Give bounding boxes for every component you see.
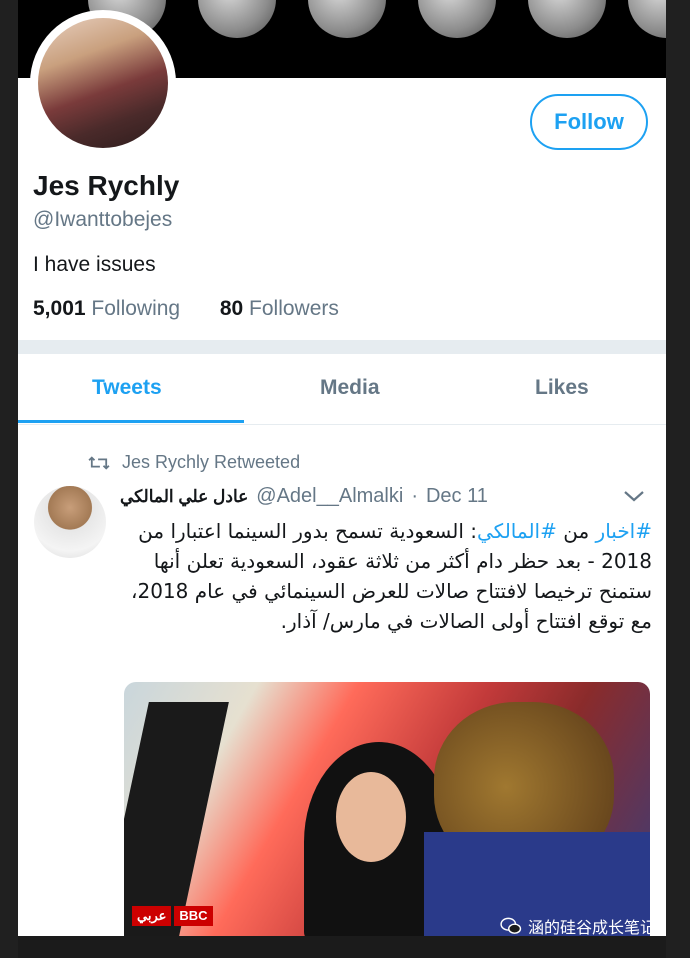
hashtag-malki[interactable]: #المالكي [477,519,557,543]
profile-bio: I have issues [33,253,156,276]
tweet-date-separator: · [411,485,418,507]
profile-avatar-ring [30,10,176,156]
retweet-icon [88,455,110,470]
moon-shape [198,0,276,38]
wechat-watermark: 涵的硅谷成长笔记 [500,914,656,938]
followers-count: 80 [219,297,244,320]
chevron-down-icon[interactable] [622,484,646,508]
tweet-header: عادل علي المالكي @Adel__Almalki · Dec 11 [120,485,488,508]
profile-tabs: Tweets Media Likes [18,354,666,425]
tab-tweets[interactable]: Tweets [92,376,162,400]
hashtag-news[interactable]: #اخبار [596,519,652,543]
followers-link[interactable]: 80 Followers [220,297,339,320]
active-tab-indicator [18,420,244,423]
following-count: 5,001 [33,297,86,320]
tweet-author-avatar[interactable] [34,486,106,558]
section-divider [18,340,666,354]
moon-shape [418,0,496,38]
retweet-context: Jes Rychly Retweeted [88,452,300,473]
profile-avatar[interactable] [38,18,168,148]
moon-shape [528,0,606,38]
media-figure-face [336,772,406,862]
tab-media[interactable]: Media [320,376,380,400]
wechat-icon [500,917,522,934]
tweet-media-image[interactable]: عربي BBC [124,682,650,936]
tweet-author-name[interactable]: عادل علي المالكي [120,487,248,507]
bezel-right [666,0,690,958]
tweet-date[interactable]: Dec 11 [426,485,488,508]
following-link[interactable]: 5,001 Following [33,297,180,320]
bbc-arabic-logo: عربي BBC [132,906,213,926]
tweet-author-handle[interactable]: @Adel__Almalki [256,485,403,508]
followers-label: Followers [249,297,339,320]
bbc-badge: BBC [174,906,213,926]
tab-likes[interactable]: Likes [535,376,589,400]
bbc-arabic-badge: عربي [132,906,172,926]
profile-stats: 5,001 Following 80 Followers [33,297,339,321]
profile-name: Jes Rychly [33,170,180,201]
moon-shape [628,0,666,38]
tweet-text-from: من [556,519,596,543]
watermark-text: 涵的硅谷成长笔记 [528,920,657,937]
moon-shape [308,0,386,38]
media-figure-arm [124,702,229,936]
profile-screen: Follow Jes Rychly @Iwanttobejes I have i… [18,0,666,936]
bezel-left [0,0,18,958]
profile-handle: @Iwanttobejes [33,208,173,231]
device-frame: Follow Jes Rychly @Iwanttobejes I have i… [0,0,690,958]
retweet-label[interactable]: Jes Rychly Retweeted [122,452,300,473]
following-label: Following [91,297,181,320]
follow-button[interactable]: Follow [530,94,648,150]
tweet-text: #اخبار من #المالكي: السعودية تسمح بدور ا… [124,516,652,636]
